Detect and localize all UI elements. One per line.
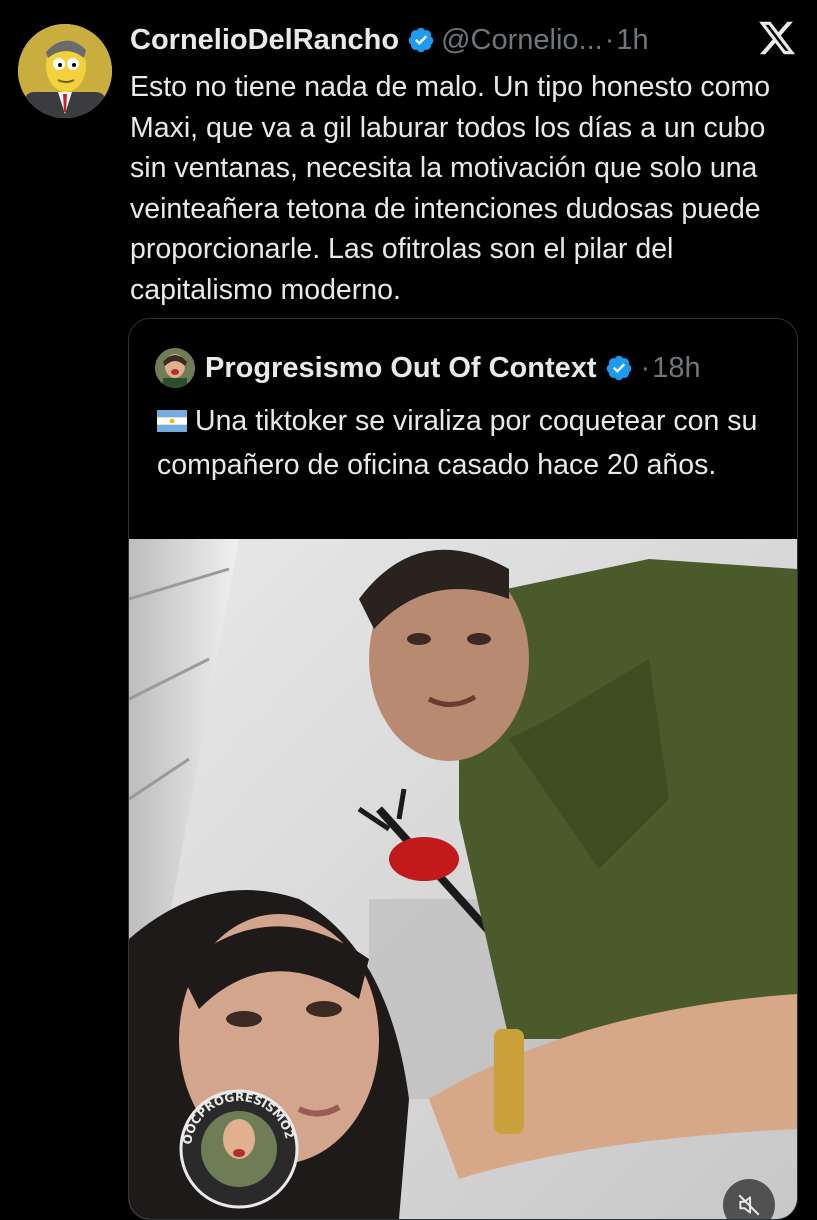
- tweet-header: CornelioDelRancho @Cornelio... · 1h: [130, 20, 649, 60]
- separator-dot: ·: [640, 351, 651, 384]
- quoted-tweet-text: Una tiktoker se viraliza por coquetear c…: [157, 405, 758, 481]
- author-name[interactable]: CornelioDelRancho: [130, 24, 399, 57]
- quoted-tweet-video[interactable]: OOCPROGRESISMO2: [129, 539, 797, 1219]
- quoted-author-avatar[interactable]: [155, 348, 195, 388]
- quoted-tweet-time[interactable]: 18h: [652, 352, 700, 385]
- verified-badge-icon: [605, 354, 633, 382]
- quoted-author-name[interactable]: Progresismo Out Of Context: [205, 352, 597, 385]
- author-avatar-image: [18, 24, 112, 118]
- argentina-flag-icon: [157, 403, 187, 445]
- quoted-tweet-header: Progresismo Out Of Context · 18h: [155, 347, 701, 389]
- tweet-time[interactable]: 1h: [616, 24, 648, 57]
- separator-dot: ·: [604, 23, 615, 56]
- quoted-tweet-card[interactable]: Progresismo Out Of Context · 18h Una tik…: [128, 318, 798, 1220]
- mute-icon: [738, 1194, 760, 1216]
- video-frame: OOCPROGRESISMO2: [129, 539, 797, 1219]
- author-avatar[interactable]: [18, 24, 112, 118]
- verified-badge-icon: [407, 26, 435, 54]
- quoted-tweet-text-block: Una tiktoker se viraliza por coquetear c…: [157, 401, 777, 486]
- x-logo-icon[interactable]: [757, 18, 797, 58]
- author-handle[interactable]: @Cornelio...: [441, 24, 603, 57]
- tweet-text: Esto no tiene nada de malo. Un tipo hone…: [130, 71, 771, 306]
